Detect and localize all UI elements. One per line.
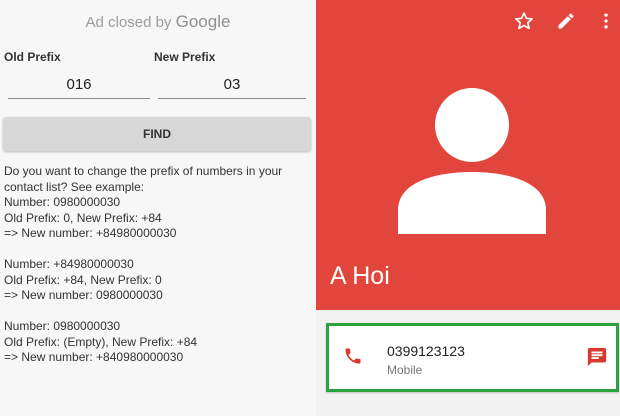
example-line: Old Prefix: 0, New Prefix: +84 (4, 210, 162, 225)
contact-detail-panel: A Hoi 0399123123 Mobile (316, 0, 620, 416)
contact-name: A Hoi (330, 262, 390, 290)
phone-entry-card[interactable]: 0399123123 Mobile (326, 323, 619, 392)
find-button[interactable]: FIND (3, 117, 311, 151)
google-brand: Google (175, 12, 231, 31)
person-avatar-icon (398, 88, 546, 234)
example-line: Number: 0980000030 (4, 195, 121, 209)
phone-type: Mobile (387, 363, 423, 377)
ad-closed-banner: Ad closed by Google (0, 0, 316, 44)
phone-icon (345, 348, 361, 364)
star-outline-icon[interactable] (514, 11, 534, 31)
pencil-icon[interactable] (556, 11, 576, 31)
example-line: => New number: +840980000030 (4, 350, 184, 364)
ad-closed-text: Ad closed by (85, 14, 172, 31)
phone-number: 0399123123 (387, 343, 465, 359)
instructions-text: Do you want to change the prefix of numb… (4, 164, 310, 366)
old-prefix-label: Old Prefix (4, 50, 61, 64)
intro-line: Do you want to change the prefix of numb… (4, 164, 283, 178)
new-prefix-input[interactable] (158, 70, 306, 98)
prefix-changer-panel: Ad closed by Google Old Prefix New Prefi… (0, 0, 316, 416)
new-prefix-field-wrap (158, 70, 306, 99)
example-line: => New number: +84980000030 (4, 226, 177, 240)
more-vert-icon[interactable] (596, 11, 616, 31)
example-line: Number: 0980000030 (4, 319, 121, 333)
example-line: => New number: 0980000030 (4, 288, 163, 302)
example-line: Old Prefix: (Empty), New Prefix: +84 (4, 334, 198, 349)
old-prefix-field-wrap (8, 70, 150, 99)
intro-line: contact list? See example: (4, 179, 145, 194)
message-icon[interactable] (586, 346, 608, 368)
example-line: Old Prefix: +84, New Prefix: 0 (4, 272, 162, 287)
example-line: Number: +84980000030 (4, 257, 134, 271)
contact-header: A Hoi (316, 0, 620, 310)
new-prefix-label: New Prefix (154, 50, 216, 64)
old-prefix-input[interactable] (8, 70, 150, 98)
